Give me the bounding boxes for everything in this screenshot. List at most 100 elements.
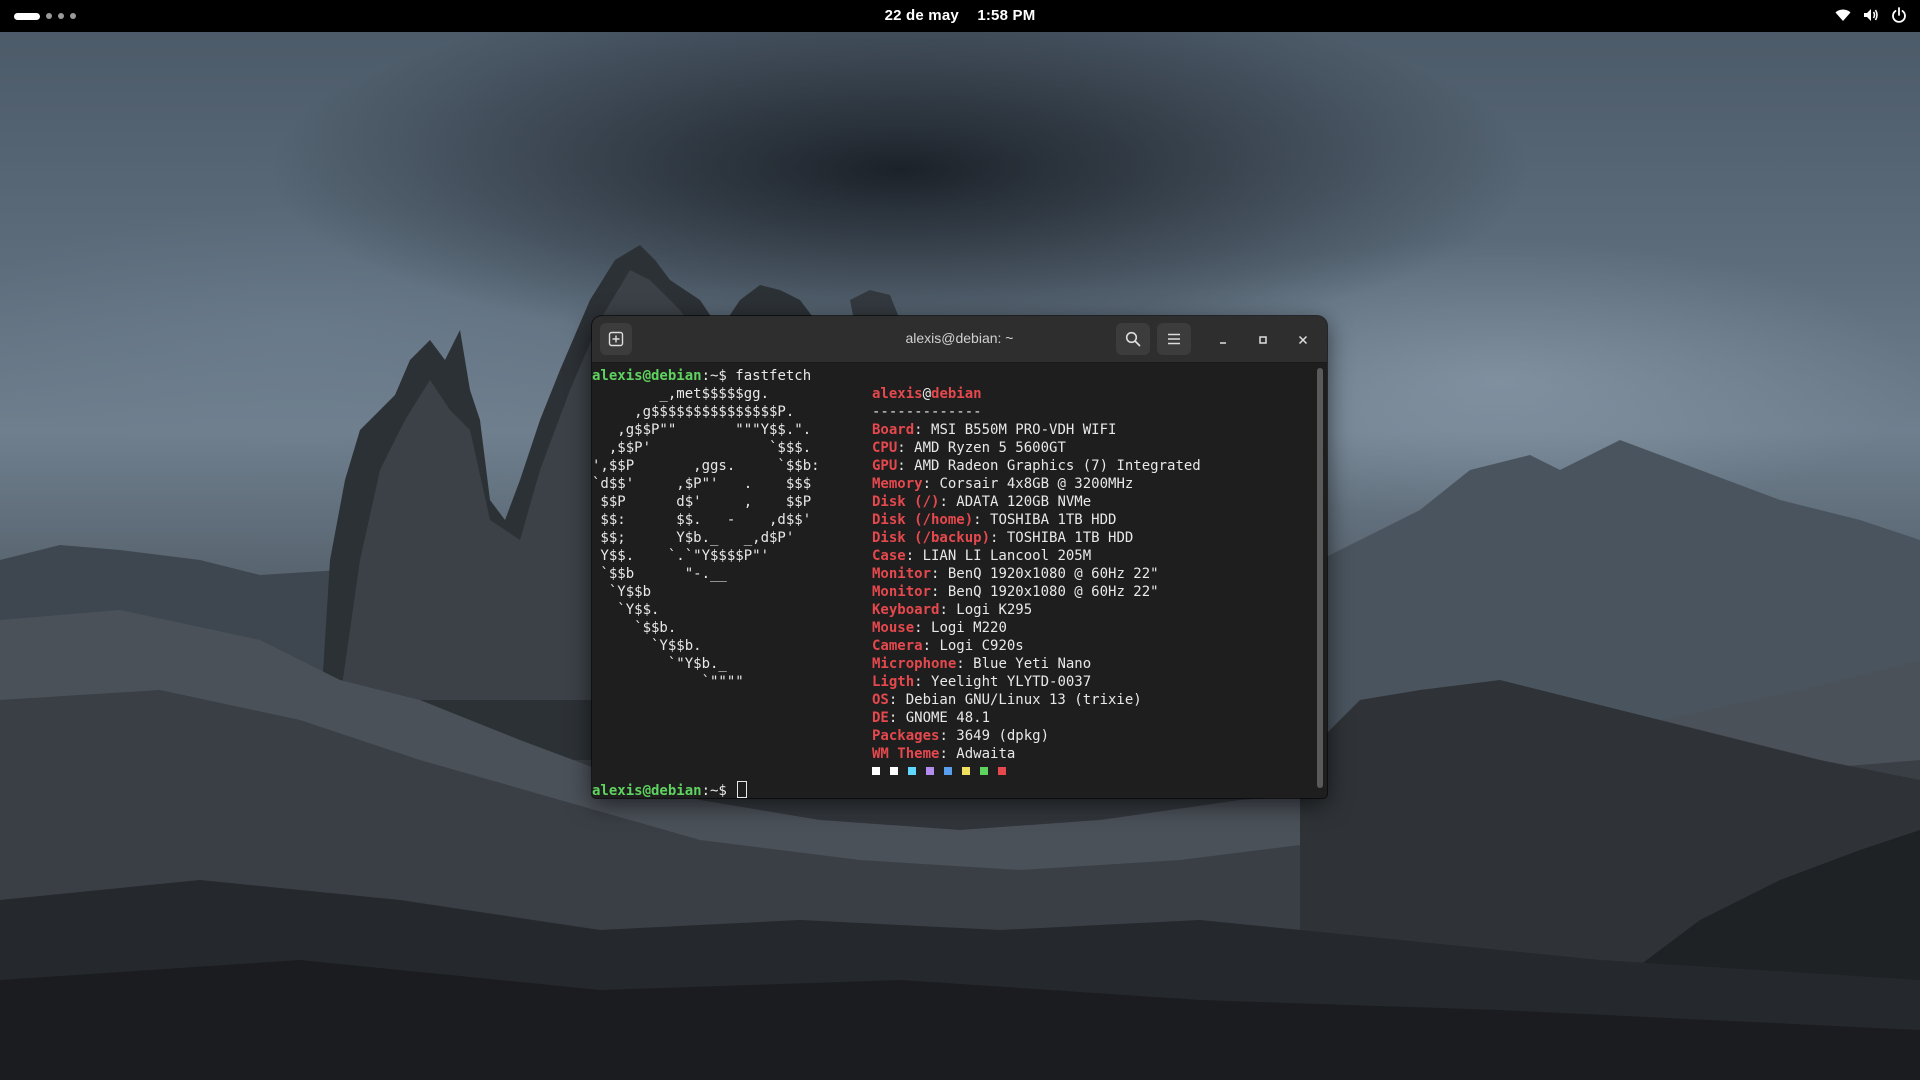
info-colon: : <box>914 422 932 438</box>
info-key: Microphone <box>872 656 957 672</box>
info-row: OS: Debian GNU/Linux 13 (trixie) <box>872 691 1201 709</box>
info-row: Case: LIAN LI Lancool 205M <box>872 547 1201 565</box>
info-value: 3649 (dpkg) <box>956 728 1050 744</box>
info-colon: : <box>939 746 957 762</box>
info-value: AMD Radeon Graphics (7) Integrated <box>914 458 1201 474</box>
ascii-line: `$$b. <box>592 620 677 636</box>
info-value: Blue Yeti Nano <box>973 656 1092 672</box>
ascii-line: `d$$' ,$P"' . $$$ <box>592 476 812 492</box>
info-key: OS <box>872 692 889 708</box>
info-value: Corsair 4x8GB @ 3200MHz <box>939 476 1134 492</box>
ascii-line: $$: $$. - ,d$$' <box>592 512 812 528</box>
info-value: AMD Ryzen 5 5600GT <box>914 440 1066 456</box>
color-swatch <box>890 767 898 775</box>
top-bar: 22 de may 1:58 PM <box>0 0 1920 32</box>
info-value: Logi C920s <box>939 638 1024 654</box>
prompt-line: alexis@debian:~$ fastfetch <box>592 367 811 385</box>
info-colon: : <box>939 602 957 618</box>
info-value: BenQ 1920x1080 @ 60Hz 22" <box>947 566 1159 582</box>
ascii-line: `"""" <box>592 674 744 690</box>
info-key: Disk (/home) <box>872 512 974 528</box>
ascii-line: $$P d$' , $$P <box>592 494 812 510</box>
info-key: Disk (/backup) <box>872 530 991 546</box>
info-key: Case <box>872 548 906 564</box>
prompt-line-current[interactable]: alexis@debian:~$ <box>592 781 748 798</box>
clock[interactable]: 22 de may 1:58 PM <box>0 7 1920 24</box>
system-info: alexis@debian ------------- Board: MSI B… <box>872 385 1201 775</box>
info-colon: : <box>888 710 906 726</box>
system-tray[interactable] <box>1834 6 1908 24</box>
info-key: DE <box>872 710 889 726</box>
info-value: Logi K295 <box>956 602 1033 618</box>
ascii-line: _,met$$$$$gg. <box>592 386 770 402</box>
prompt-suffix: :~$ <box>701 783 736 798</box>
color-palette <box>872 767 1201 775</box>
close-button[interactable] <box>1292 329 1314 351</box>
info-row: Camera: Logi C920s <box>872 637 1201 655</box>
info-user: alexis <box>872 386 923 402</box>
info-row: CPU: AMD Ryzen 5 5600GT <box>872 439 1201 457</box>
minimize-button[interactable] <box>1212 329 1234 351</box>
info-value: ADATA 120GB NVMe <box>956 494 1092 510</box>
text-cursor <box>737 781 748 798</box>
info-key: CPU <box>872 440 898 456</box>
info-row: Keyboard: Logi K295 <box>872 601 1201 619</box>
info-key: Ligth <box>872 674 915 690</box>
terminal-headerbar[interactable]: alexis@debian: ~ <box>592 316 1327 363</box>
info-colon: : <box>939 728 957 744</box>
maximize-button[interactable] <box>1252 329 1274 351</box>
info-key: WM Theme <box>872 746 940 762</box>
debian-ascii-logo: _,met$$$$$gg. ,g$$$$$$$$$$$$$$$P. ,g$$P"… <box>592 385 820 691</box>
info-colon: : <box>973 512 991 528</box>
info-key: Monitor <box>872 566 932 582</box>
info-row: Monitor: BenQ 1920x1080 @ 60Hz 22" <box>872 583 1201 601</box>
info-colon: : <box>897 440 915 456</box>
search-icon <box>1125 331 1141 347</box>
wifi-icon <box>1835 9 1851 21</box>
color-swatch <box>962 767 970 775</box>
color-swatch <box>944 767 952 775</box>
info-colon: : <box>931 566 948 582</box>
info-row: GPU: AMD Radeon Graphics (7) Integrated <box>872 457 1201 475</box>
info-key: Board <box>872 422 915 438</box>
info-row: Memory: Corsair 4x8GB @ 3200MHz <box>872 475 1201 493</box>
color-swatch <box>980 767 988 775</box>
info-value: GNOME 48.1 <box>905 710 991 726</box>
terminal-window[interactable]: alexis@debian: ~ alexis@debian:~$ fastfe… <box>592 316 1327 798</box>
ascii-line: Y$$. `.`"Y$$$$P"' <box>592 548 770 564</box>
info-value: Adwaita <box>956 746 1016 762</box>
scrollbar[interactable] <box>1317 368 1323 788</box>
info-key: Mouse <box>872 620 915 636</box>
terminal-output[interactable]: alexis@debian:~$ fastfetch _,met$$$$$gg.… <box>592 363 1327 798</box>
prompt-user-host: alexis@debian <box>592 783 702 798</box>
info-row: Ligth: Yeelight YLYTD-0037 <box>872 673 1201 691</box>
color-swatch <box>908 767 916 775</box>
info-separator: ------------- <box>872 404 982 420</box>
info-value: TOSHIBA 1TB HDD <box>1006 530 1134 546</box>
color-swatch <box>926 767 934 775</box>
ascii-line: `"Y$b._ <box>592 656 727 672</box>
ascii-line: `Y$$b <box>592 584 652 600</box>
ascii-line: `Y$$. <box>592 602 660 618</box>
minimize-icon <box>1220 342 1226 344</box>
ascii-line: `Y$$b. <box>592 638 702 654</box>
info-value: BenQ 1920x1080 @ 60Hz 22" <box>947 584 1159 600</box>
info-row: WM Theme: Adwaita <box>872 745 1201 763</box>
info-row: Disk (/home): TOSHIBA 1TB HDD <box>872 511 1201 529</box>
info-row: Disk (/): ADATA 120GB NVMe <box>872 493 1201 511</box>
info-colon: : <box>939 494 957 510</box>
info-key: Camera <box>872 638 923 654</box>
info-value: MSI B550M PRO-VDH WIFI <box>931 422 1117 438</box>
menu-button[interactable] <box>1157 323 1191 355</box>
search-button[interactable] <box>1116 323 1150 355</box>
info-colon: : <box>914 674 932 690</box>
info-colon: : <box>897 458 915 474</box>
info-at: @ <box>922 386 932 402</box>
info-key: Memory <box>872 476 923 492</box>
ascii-line: $$; Y$b._ _,d$P' <box>592 530 795 546</box>
info-row: Disk (/backup): TOSHIBA 1TB HDD <box>872 529 1201 547</box>
color-swatch <box>998 767 1006 775</box>
volume-icon <box>1864 9 1878 21</box>
menu-icon <box>1168 333 1180 345</box>
info-rows: Board: MSI B550M PRO-VDH WIFI CPU: AMD Ry… <box>872 421 1201 763</box>
